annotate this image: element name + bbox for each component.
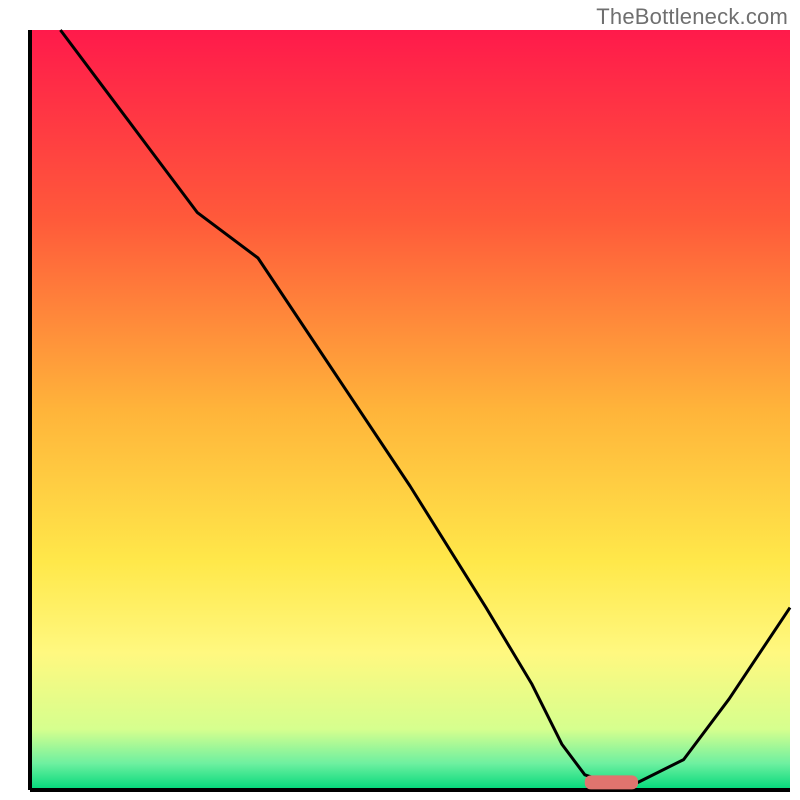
plot-gradient-background [30, 30, 790, 790]
chart-container: TheBottleneck.com [0, 0, 800, 800]
optimal-range-marker [585, 775, 638, 789]
bottleneck-chart [0, 0, 800, 800]
watermark-text: TheBottleneck.com [596, 4, 788, 30]
